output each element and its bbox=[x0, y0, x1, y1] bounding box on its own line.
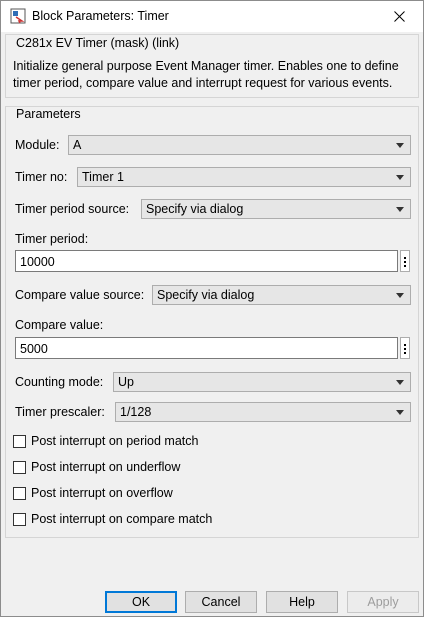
compare-value-source-value: Specify via dialog bbox=[157, 288, 255, 302]
timer-period-more-button[interactable] bbox=[400, 250, 410, 272]
compare-value-label: Compare value: bbox=[15, 318, 104, 332]
compare-value-source-label: Compare value source: bbox=[15, 288, 145, 302]
chevron-down-icon bbox=[396, 293, 404, 298]
parameters-legend: Parameters bbox=[14, 107, 83, 121]
timer-prescaler-dropdown[interactable]: 1/128 bbox=[115, 402, 411, 422]
timer-period-source-value: Specify via dialog bbox=[146, 202, 244, 216]
chevron-down-icon bbox=[396, 143, 404, 148]
timer-no-dropdown[interactable]: Timer 1 bbox=[77, 167, 411, 187]
counting-mode-value: Up bbox=[118, 375, 134, 389]
timer-period-source-label: Timer period source: bbox=[15, 202, 130, 216]
checkbox-label-underflow[interactable]: Post interrupt on underflow bbox=[31, 460, 180, 474]
counting-mode-label: Counting mode: bbox=[15, 375, 104, 389]
timer-period-label: Timer period: bbox=[15, 232, 89, 246]
timer-no-label: Timer no: bbox=[15, 170, 68, 184]
checkbox-overflow[interactable] bbox=[13, 487, 26, 500]
ok-button[interactable]: OK bbox=[105, 591, 177, 613]
checkbox-compare-match[interactable] bbox=[13, 513, 26, 526]
chevron-down-icon bbox=[396, 410, 404, 415]
chevron-down-icon bbox=[396, 175, 404, 180]
description-group: C281x EV Timer (mask) (link) Initialize … bbox=[5, 34, 419, 98]
module-dropdown[interactable]: A bbox=[68, 135, 411, 155]
checkbox-label-period-match[interactable]: Post interrupt on period match bbox=[31, 434, 198, 448]
cancel-button[interactable]: Cancel bbox=[185, 591, 257, 613]
module-value: A bbox=[73, 138, 82, 152]
close-button[interactable] bbox=[377, 1, 423, 32]
simulink-block-icon bbox=[10, 8, 26, 24]
block-parameters-dialog: Block Parameters: Timer C281x EV Timer (… bbox=[0, 0, 424, 617]
counting-mode-dropdown[interactable]: Up bbox=[113, 372, 411, 392]
window-title: Block Parameters: Timer bbox=[32, 9, 169, 23]
description-text: Initialize general purpose Event Manager… bbox=[13, 59, 399, 90]
parameters-group: Parameters Module: A Timer no: Timer 1 T… bbox=[5, 106, 419, 538]
module-label: Module: bbox=[15, 138, 60, 152]
close-icon bbox=[394, 11, 405, 22]
checkbox-underflow[interactable] bbox=[13, 461, 26, 474]
description-legend: C281x EV Timer (mask) (link) bbox=[14, 36, 182, 50]
checkbox-label-compare-match[interactable]: Post interrupt on compare match bbox=[31, 512, 212, 526]
chevron-down-icon bbox=[396, 380, 404, 385]
compare-value-value: 5000 bbox=[20, 342, 48, 356]
timer-period-source-dropdown[interactable]: Specify via dialog bbox=[141, 199, 411, 219]
apply-button[interactable]: Apply bbox=[347, 591, 419, 613]
timer-period-field[interactable]: 10000 bbox=[15, 250, 398, 272]
help-button[interactable]: Help bbox=[266, 591, 338, 613]
compare-value-more-button[interactable] bbox=[400, 337, 410, 359]
checkbox-label-overflow[interactable]: Post interrupt on overflow bbox=[31, 486, 173, 500]
title-bar: Block Parameters: Timer bbox=[1, 1, 423, 32]
timer-period-value: 10000 bbox=[20, 255, 55, 269]
compare-value-source-dropdown[interactable]: Specify via dialog bbox=[152, 285, 411, 305]
chevron-down-icon bbox=[396, 207, 404, 212]
checkbox-period-match[interactable] bbox=[13, 435, 26, 448]
compare-value-field[interactable]: 5000 bbox=[15, 337, 398, 359]
timer-prescaler-value: 1/128 bbox=[120, 405, 152, 419]
timer-prescaler-label: Timer prescaler: bbox=[15, 405, 105, 419]
timer-no-value: Timer 1 bbox=[82, 170, 124, 184]
